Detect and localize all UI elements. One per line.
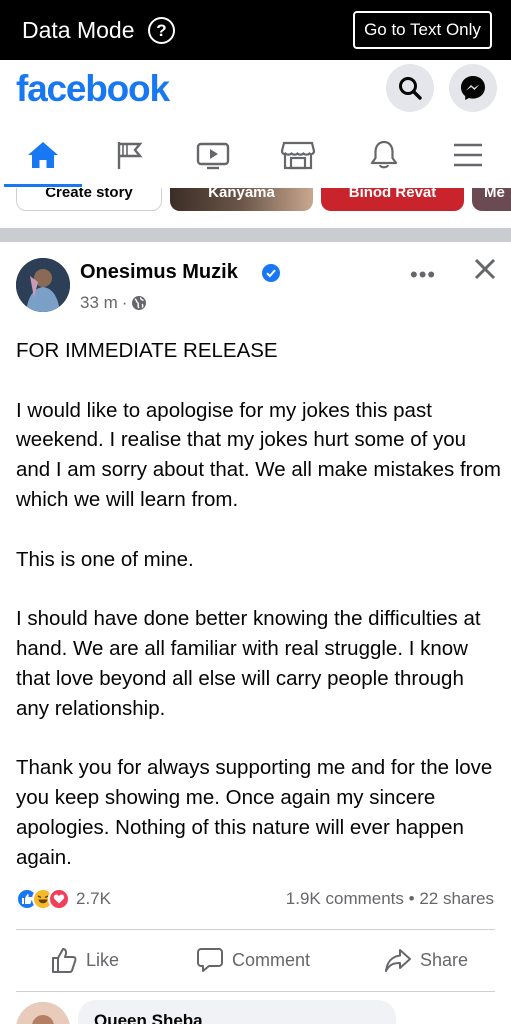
meta-separator: · <box>121 293 128 312</box>
tab-notifications[interactable] <box>341 122 427 188</box>
search-icon <box>399 77 422 100</box>
stories-strip: Create story Kanyama Binod Revat Me <box>0 188 511 216</box>
story-name: Binod Revat <box>348 188 437 201</box>
reaction-count: 2.7K <box>76 889 111 908</box>
facebook-logo[interactable]: facebook <box>16 68 170 110</box>
post-meta: 33 m · <box>80 293 147 313</box>
tab-marketplace[interactable] <box>255 122 341 188</box>
post-options-button[interactable]: ••• <box>410 262 436 288</box>
post-paragraph: This is one of mine. <box>16 547 194 571</box>
comment-button[interactable]: Comment <box>196 944 310 976</box>
post-paragraph: I should have done better knowing the di… <box>16 607 481 720</box>
like-button[interactable]: Like <box>50 944 119 976</box>
story-name: Kanyama <box>208 188 275 201</box>
post-paragraph: Thank you for always supporting me and f… <box>16 756 493 869</box>
comments-count[interactable]: 1.9K comments <box>286 889 404 908</box>
like-label: Like <box>86 949 120 970</box>
top-header: facebook <box>0 60 511 122</box>
main-nav <box>0 122 511 188</box>
share-button[interactable]: Share <box>384 944 468 976</box>
post-body: FOR IMMEDIATE RELEASE I would like to ap… <box>16 336 501 902</box>
avatar-image <box>16 1002 70 1024</box>
tab-menu[interactable] <box>425 122 511 188</box>
reactions-summary[interactable]: 2.7K <box>16 888 111 910</box>
share-label: Share <box>420 949 469 970</box>
commenter-name[interactable]: Queen Sheba <box>94 1011 203 1024</box>
post-paragraph: FOR IMMEDIATE RELEASE <box>16 339 278 362</box>
story-card[interactable]: Kanyama <box>170 188 313 211</box>
comment-icon <box>197 948 223 972</box>
search-button[interactable] <box>386 64 434 112</box>
actions-divider <box>16 929 495 930</box>
avatar-image <box>16 258 70 312</box>
share-icon <box>385 949 411 972</box>
shares-count[interactable]: 22 shares <box>419 889 494 908</box>
messenger-button[interactable] <box>449 64 497 112</box>
create-story-button[interactable]: Create story <box>16 188 162 211</box>
tab-home[interactable] <box>0 122 86 188</box>
post-stats: 1.9K comments • 22 shares <box>286 889 494 909</box>
go-to-text-only-button[interactable]: Go to Text Only <box>353 11 492 49</box>
bell-icon <box>370 140 398 169</box>
post-time[interactable]: 33 m <box>80 293 118 313</box>
messenger-icon <box>461 76 485 100</box>
tab-pages[interactable] <box>86 122 172 188</box>
hide-post-button[interactable] <box>472 256 498 282</box>
create-story-label: Create story <box>45 188 133 201</box>
author-avatar[interactable] <box>16 258 70 312</box>
store-icon <box>280 141 316 170</box>
tab-watch[interactable] <box>170 122 256 188</box>
home-icon <box>28 142 58 168</box>
story-card[interactable]: Me <box>472 188 511 211</box>
globe-icon <box>132 296 147 310</box>
actions-divider <box>16 991 495 992</box>
data-mode-title: Data Mode <box>22 17 135 43</box>
story-name: Me <box>484 188 505 201</box>
post-author-name[interactable]: Onesimus Muzik <box>80 261 238 284</box>
menu-icon <box>454 143 482 167</box>
story-card[interactable]: Binod Revat <box>321 188 464 211</box>
help-icon[interactable]: ? <box>148 17 175 44</box>
thumbs-up-icon <box>52 948 77 973</box>
video-icon <box>196 142 230 170</box>
feed-divider <box>0 228 511 242</box>
commenter-avatar[interactable] <box>16 1002 70 1024</box>
data-mode-bar: Data Mode ? Go to Text Only <box>0 0 511 60</box>
close-icon <box>474 258 496 280</box>
flag-icon <box>117 142 143 169</box>
comment-label: Comment <box>232 949 311 970</box>
stats-separator: • <box>408 889 415 908</box>
love-reaction-icon <box>48 888 70 910</box>
active-tab-indicator <box>4 184 82 187</box>
verified-badge-icon <box>262 264 280 282</box>
post-paragraph: I would like to apologise for my jokes t… <box>16 398 501 511</box>
